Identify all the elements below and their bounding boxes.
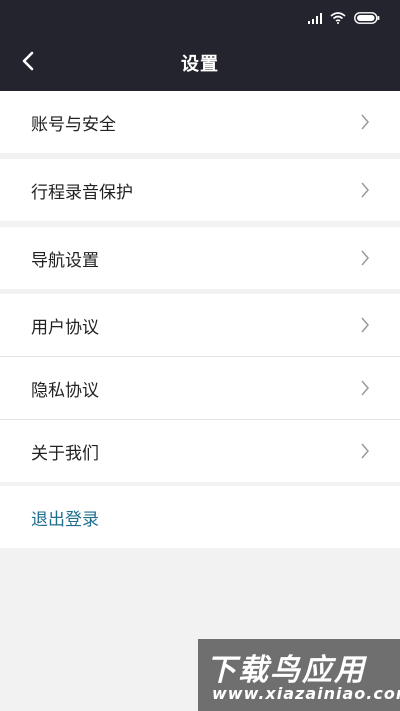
chevron-right-icon — [360, 249, 370, 267]
battery-icon — [354, 9, 380, 28]
settings-item-label: 账号与安全 — [31, 114, 116, 135]
settings-item-about-us[interactable]: 关于我们 — [0, 420, 400, 482]
settings-item-user-agreement[interactable]: 用户协议 — [0, 294, 400, 356]
chevron-right-icon — [360, 113, 370, 131]
chevron-right-icon — [360, 316, 370, 334]
settings-group-trip-recording: 行程录音保护 — [0, 159, 400, 221]
settings-screen: 设置 账号与安全 行程录音保护 导航设置 用户协议 隐私协议 关于我们 退出登录… — [0, 0, 400, 711]
settings-item-privacy-agreement[interactable]: 隐私协议 — [0, 357, 400, 419]
logout-button[interactable]: 退出登录 — [0, 486, 400, 548]
page-title: 设置 — [181, 54, 219, 75]
watermark-url: www.xiazainiao.com — [212, 684, 400, 703]
settings-item-trip-recording[interactable]: 行程录音保护 — [0, 159, 400, 221]
settings-group-navigation: 导航设置 — [0, 227, 400, 289]
settings-item-label: 行程录音保护 — [31, 182, 133, 203]
chevron-right-icon — [360, 442, 370, 460]
logout-label: 退出登录 — [31, 509, 99, 530]
watermark: 下载鸟应用 www.xiazainiao.com — [198, 639, 400, 711]
settings-group-account: 账号与安全 — [0, 91, 400, 153]
settings-item-label: 隐私协议 — [31, 380, 99, 401]
status-bar — [308, 10, 380, 26]
chevron-right-icon — [360, 379, 370, 397]
settings-item-label: 关于我们 — [31, 443, 99, 464]
settings-group-about: 用户协议 隐私协议 关于我们 — [0, 294, 400, 482]
settings-item-account-security[interactable]: 账号与安全 — [0, 91, 400, 153]
wifi-icon — [330, 9, 346, 28]
watermark-title: 下载鸟应用 — [206, 653, 366, 688]
settings-item-label: 用户协议 — [31, 317, 99, 338]
settings-item-label: 导航设置 — [31, 250, 99, 271]
app-header: 设置 — [0, 0, 400, 91]
chevron-right-icon — [360, 181, 370, 199]
settings-item-navigation[interactable]: 导航设置 — [0, 227, 400, 289]
signal-icon — [308, 9, 322, 28]
